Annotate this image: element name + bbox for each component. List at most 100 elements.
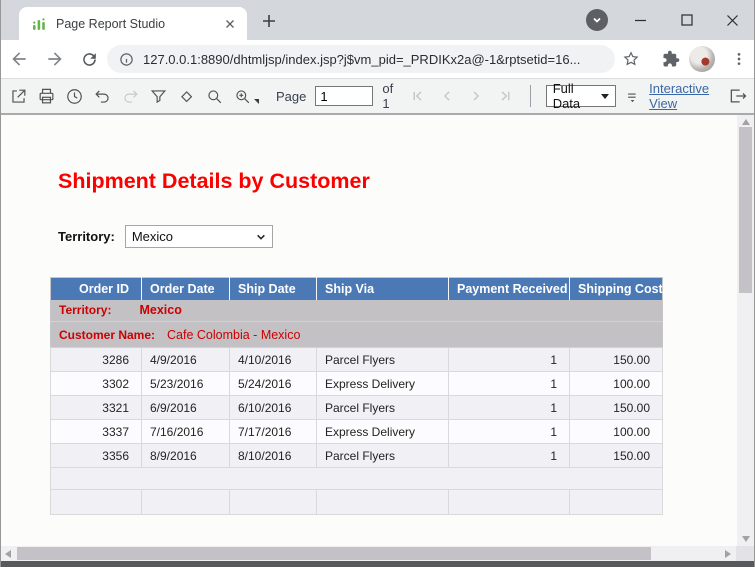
territory-label: Territory: <box>58 229 115 244</box>
table-row: 3356 8/9/2016 8/10/2016 Parcel Flyers 1 150.0… <box>50 443 663 468</box>
interactive-view-link[interactable]: Interactive View <box>649 81 719 111</box>
print-icon[interactable] <box>37 86 56 106</box>
page-info-icon[interactable] <box>119 52 134 67</box>
column-header: Order Date <box>141 277 230 300</box>
table-cell: 8/10/2016 <box>229 443 317 468</box>
chevron-down-icon <box>256 232 266 242</box>
table-cell: 3302 <box>50 371 142 396</box>
table-cell: 8/9/2016 <box>141 443 230 468</box>
report-content: Shipment Details by Customer Territory: … <box>1 115 754 546</box>
exit-icon[interactable] <box>728 86 748 106</box>
toolbar-options-icon[interactable] <box>625 86 640 106</box>
empty-row <box>50 467 663 490</box>
table-cell: 150.00 <box>569 395 663 420</box>
table-cell: 4/10/2016 <box>229 347 317 372</box>
window-maximize-button[interactable] <box>672 6 702 34</box>
back-icon[interactable] <box>9 49 29 69</box>
table-cell: Express Delivery <box>316 419 449 444</box>
horizontal-scrollbar-thumb[interactable] <box>17 547 651 560</box>
page-number-input[interactable] <box>315 86 374 106</box>
window-minimize-button[interactable] <box>625 6 655 34</box>
column-header: Order ID <box>50 277 142 300</box>
address-bar: 127.0.0.1:8890/dhtmljsp/index.jsp?j$vm_p… <box>1 40 754 78</box>
group-territory-value: Mexico <box>139 303 182 318</box>
table-cell: 150.00 <box>569 347 663 372</box>
app-favicon-icon <box>31 16 47 32</box>
table-cell: 7/16/2016 <box>141 419 230 444</box>
export-icon[interactable] <box>9 86 28 106</box>
scroll-right-icon[interactable] <box>721 546 735 561</box>
table-cell: 100.00 <box>569 419 663 444</box>
group-customer-value: Cafe Colombia - Mexico <box>167 327 301 342</box>
reload-icon[interactable] <box>79 49 99 69</box>
territory-parameter-row: Territory: Mexico <box>58 225 273 248</box>
table-cell: Parcel Flyers <box>316 395 449 420</box>
filter-funnel-icon[interactable] <box>149 86 168 106</box>
table-cell: 3356 <box>50 443 142 468</box>
bookmark-star-icon[interactable] <box>621 49 641 69</box>
table-cell: 4/9/2016 <box>141 347 230 372</box>
table-cell: 1 <box>448 419 570 444</box>
table-cell: 5/23/2016 <box>141 371 230 396</box>
table-cell: 6/9/2016 <box>141 395 230 420</box>
redo-icon[interactable] <box>121 86 140 106</box>
menu-dots-icon[interactable] <box>729 49 749 69</box>
browser-tab[interactable]: Page Report Studio <box>19 7 247 40</box>
url-omnibox[interactable]: 127.0.0.1:8890/dhtmljsp/index.jsp?j$vm_p… <box>107 45 615 73</box>
extensions-puzzle-icon[interactable] <box>661 49 681 69</box>
url-text: 127.0.0.1:8890/dhtmljsp/index.jsp?j$vm_p… <box>143 51 581 67</box>
table-row: 3337 7/16/2016 7/17/2016 Express Delivery 1 1… <box>50 419 663 444</box>
zoom-in-icon[interactable] <box>233 86 252 106</box>
territory-group-row: Territory: Mexico <box>50 299 663 322</box>
profile-avatar[interactable] <box>689 46 715 72</box>
undo-icon[interactable] <box>93 86 112 106</box>
table-cell: Parcel Flyers <box>316 443 449 468</box>
tab-title: Page Report Studio <box>56 16 166 31</box>
table-body: Territory: Mexico Customer Name: Cafe Colo… <box>50 299 663 515</box>
table-cell: Parcel Flyers <box>316 347 449 372</box>
shipment-table: Order ID Order Date Ship Date Ship Via Payme… <box>50 277 663 515</box>
vertical-scrollbar-thumb[interactable] <box>739 127 752 293</box>
column-header: Payment Received <box>448 277 570 300</box>
scrollbar-corner <box>736 546 754 561</box>
new-tab-button[interactable] <box>259 11 279 31</box>
nav-next-icon[interactable] <box>466 86 486 106</box>
table-cell: 1 <box>448 371 570 396</box>
table-cell: 3286 <box>50 347 142 372</box>
nav-first-icon[interactable] <box>408 86 428 106</box>
nav-prev-icon[interactable] <box>437 86 457 106</box>
table-header-row: Order ID Order Date Ship Date Ship Via Payme… <box>50 277 663 300</box>
scroll-down-icon[interactable] <box>737 532 754 546</box>
window-close-button[interactable] <box>717 6 747 34</box>
scroll-left-icon[interactable] <box>1 546 15 561</box>
forward-icon[interactable] <box>45 49 65 69</box>
table-cell: 3321 <box>50 395 142 420</box>
column-header: Ship Via <box>316 277 449 300</box>
select-arrow-icon <box>601 93 610 99</box>
vertical-scrollbar[interactable] <box>737 115 754 546</box>
table-cell: 7/17/2016 <box>229 419 317 444</box>
page-total-label: of 1 <box>382 81 394 111</box>
table-cell: 100.00 <box>569 371 663 396</box>
nav-last-icon[interactable] <box>495 86 515 106</box>
page-label: Page <box>276 88 307 104</box>
data-mode-value: Full Data <box>552 81 581 111</box>
customer-group-row: Customer Name: Cafe Colombia - Mexico <box>50 321 663 348</box>
select-diamond-icon[interactable] <box>177 86 196 106</box>
horizontal-scrollbar[interactable] <box>1 546 754 561</box>
zoom-dropdown-caret-icon[interactable] <box>254 98 259 104</box>
search-icon[interactable] <box>205 86 224 106</box>
territory-select[interactable]: Mexico <box>124 225 273 248</box>
table-cell: 1 <box>448 347 570 372</box>
territory-select-value: Mexico <box>131 229 174 244</box>
empty-cells-row <box>50 489 663 515</box>
media-controls-icon[interactable] <box>586 9 608 31</box>
table-cell: 1 <box>448 395 570 420</box>
tab-close-icon[interactable] <box>223 17 237 31</box>
schedule-clock-icon[interactable] <box>65 86 84 106</box>
table-cell: 6/10/2016 <box>229 395 317 420</box>
table-cell: 150.00 <box>569 443 663 468</box>
table-cell: Express Delivery <box>316 371 449 396</box>
data-mode-select[interactable]: Full Data <box>545 81 617 111</box>
group-territory-label: Territory: <box>59 303 112 318</box>
